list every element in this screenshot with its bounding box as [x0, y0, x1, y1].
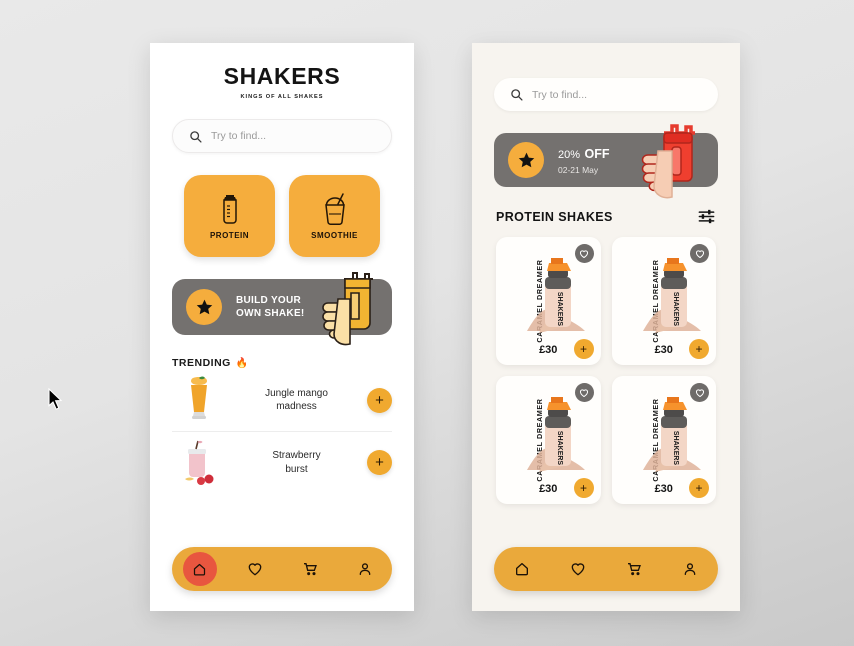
section-header: PROTEIN SHAKES [496, 207, 716, 226]
search-input-catalog[interactable]: Try to find... [532, 89, 587, 101]
cart-icon [628, 563, 641, 576]
trending-name-0: Jungle mango madness [232, 387, 361, 414]
trending-thumb-1 [172, 439, 226, 487]
flame-icon: 🔥 [235, 357, 249, 369]
mango-smoothie-glass-icon [191, 376, 207, 419]
cart-icon [303, 563, 317, 576]
phone-screen-home: SHAKERS KINGS OF ALL SHAKES Try to find.… [150, 43, 414, 611]
shaker-bottle-icon [222, 195, 237, 224]
add-to-cart-button[interactable]: + [573, 339, 594, 359]
nav-item-favorites[interactable] [227, 547, 282, 591]
filter-sliders-icon[interactable] [697, 207, 716, 226]
promo-text: 20% OFF 02-21 May [558, 145, 609, 175]
bottom-nav-bar [494, 547, 718, 591]
brand-tagline: KINGS OF ALL SHAKES [240, 94, 324, 100]
banner-line-2: OWN SHAKE! [236, 308, 305, 319]
product-card[interactable]: CARAMEL DREAMER SHAKERS £30 + [611, 376, 716, 504]
profile-icon [684, 563, 696, 575]
product-card[interactable]: CARAMEL DREAMER SHAKERS £30 + [496, 237, 601, 365]
home-icon [516, 563, 528, 576]
banner-text: BUILD YOUR OWN SHAKE! [236, 294, 305, 321]
trending-title: TRENDING [172, 357, 231, 369]
promo-headline: 20% OFF [558, 145, 609, 163]
page-title: SHAKERS [223, 63, 341, 89]
svg-text:SHAKERS: SHAKERS [672, 431, 679, 466]
mouse-cursor [48, 388, 63, 410]
search-bar[interactable]: Try to find... [172, 119, 392, 153]
promo-percent: 20% [558, 149, 581, 161]
trending-item-0[interactable]: Jungle mango madness + [172, 369, 392, 431]
smoothie-cup-icon [324, 193, 345, 225]
promo-dates: 02-21 May [558, 165, 599, 175]
shaker-with-caramel-powder-icon: SHAKERS [527, 397, 586, 472]
trending-thumb-0 [172, 376, 226, 424]
brand-header: SHAKERS KINGS OF ALL SHAKES [150, 43, 414, 100]
svg-text:SHAKERS: SHAKERS [556, 292, 563, 327]
search-input[interactable]: Try to find... [211, 130, 266, 142]
shaker-with-caramel-powder-icon: SHAKERS [642, 397, 701, 472]
product-card[interactable]: CARAMEL DREAMER SHAKERS £30 + [611, 237, 716, 365]
hand-holding-red-shaker-icon [641, 124, 695, 199]
nav-item-profile[interactable] [662, 547, 718, 591]
nav-active-indicator [182, 552, 217, 586]
category-row: PROTEIN SMOOTHIE [184, 175, 380, 257]
nav-item-profile[interactable] [337, 547, 392, 591]
add-to-cart-button[interactable]: + [689, 478, 709, 498]
nav-item-home[interactable] [172, 547, 227, 591]
search-icon [190, 130, 202, 143]
product-grid: CARAMEL DREAMER SHAKERS £30 + CARAMEL DR… [496, 237, 716, 504]
category-label-smoothie: SMOOTHIE [311, 231, 358, 240]
category-label-protein: PROTEIN [209, 231, 250, 240]
trending-name-0-line1: Jungle mango [265, 387, 328, 399]
bottom-nav-bar [172, 547, 392, 591]
build-your-own-shake-banner[interactable]: BUILD YOUR OWN SHAKE! [172, 272, 392, 346]
search-icon [511, 89, 523, 101]
star-badge [508, 142, 544, 178]
product-image: SHAKERS [634, 386, 713, 478]
svg-text:SHAKERS: SHAKERS [556, 431, 563, 466]
product-image: SHAKERS [634, 247, 713, 339]
promo-banner[interactable]: 20% OFF 02-21 May [494, 124, 718, 199]
heart-icon [248, 563, 261, 576]
product-image: SHAKERS [518, 247, 597, 339]
category-card-protein[interactable]: PROTEIN [184, 175, 275, 257]
shaker-with-caramel-powder-icon: SHAKERS [642, 258, 701, 333]
add-to-cart-button-0[interactable]: + [367, 387, 392, 413]
phone-screen-catalog: Try to find... 20% OFF 02-21 May PROTEIN… [472, 43, 740, 611]
trending-name-1-line1: Strawberry [272, 450, 321, 461]
star-icon [518, 152, 534, 167]
nav-item-favorites[interactable] [550, 547, 606, 591]
star-icon [196, 299, 212, 314]
star-badge [186, 289, 222, 325]
svg-text:SHAKERS: SHAKERS [672, 292, 679, 327]
nav-item-cart[interactable] [282, 547, 337, 591]
trending-name-1: Strawberry burst [232, 449, 361, 476]
profile-icon [359, 563, 370, 575]
trending-name-1-line2: burst [285, 463, 308, 475]
banner-line-1: BUILD YOUR [236, 294, 302, 306]
product-image: SHAKERS [518, 386, 597, 478]
add-to-cart-button[interactable]: + [573, 478, 594, 498]
nav-item-cart[interactable] [606, 547, 662, 591]
add-to-cart-button-1[interactable]: + [367, 450, 392, 475]
trending-name-0-line2: madness [276, 401, 317, 412]
hand-holding-yellow-shaker-icon [322, 272, 373, 346]
strawberry-mason-jar-icon [185, 440, 214, 485]
heart-icon [571, 563, 585, 576]
section-title: PROTEIN SHAKES [496, 209, 613, 224]
trending-header: TRENDING 🔥 [172, 357, 392, 369]
trending-item-1[interactable]: Strawberry burst + [172, 431, 392, 493]
home-icon [193, 563, 206, 575]
add-to-cart-button[interactable]: + [689, 339, 709, 359]
search-bar-catalog[interactable]: Try to find... [494, 78, 718, 111]
shaker-with-caramel-powder-icon: SHAKERS [527, 258, 586, 333]
promo-off-label: OFF [584, 147, 610, 161]
product-card[interactable]: CARAMEL DREAMER SHAKERS £30 + [496, 376, 601, 504]
category-card-smoothie[interactable]: SMOOTHIE [289, 175, 380, 257]
nav-item-home[interactable] [494, 547, 550, 591]
